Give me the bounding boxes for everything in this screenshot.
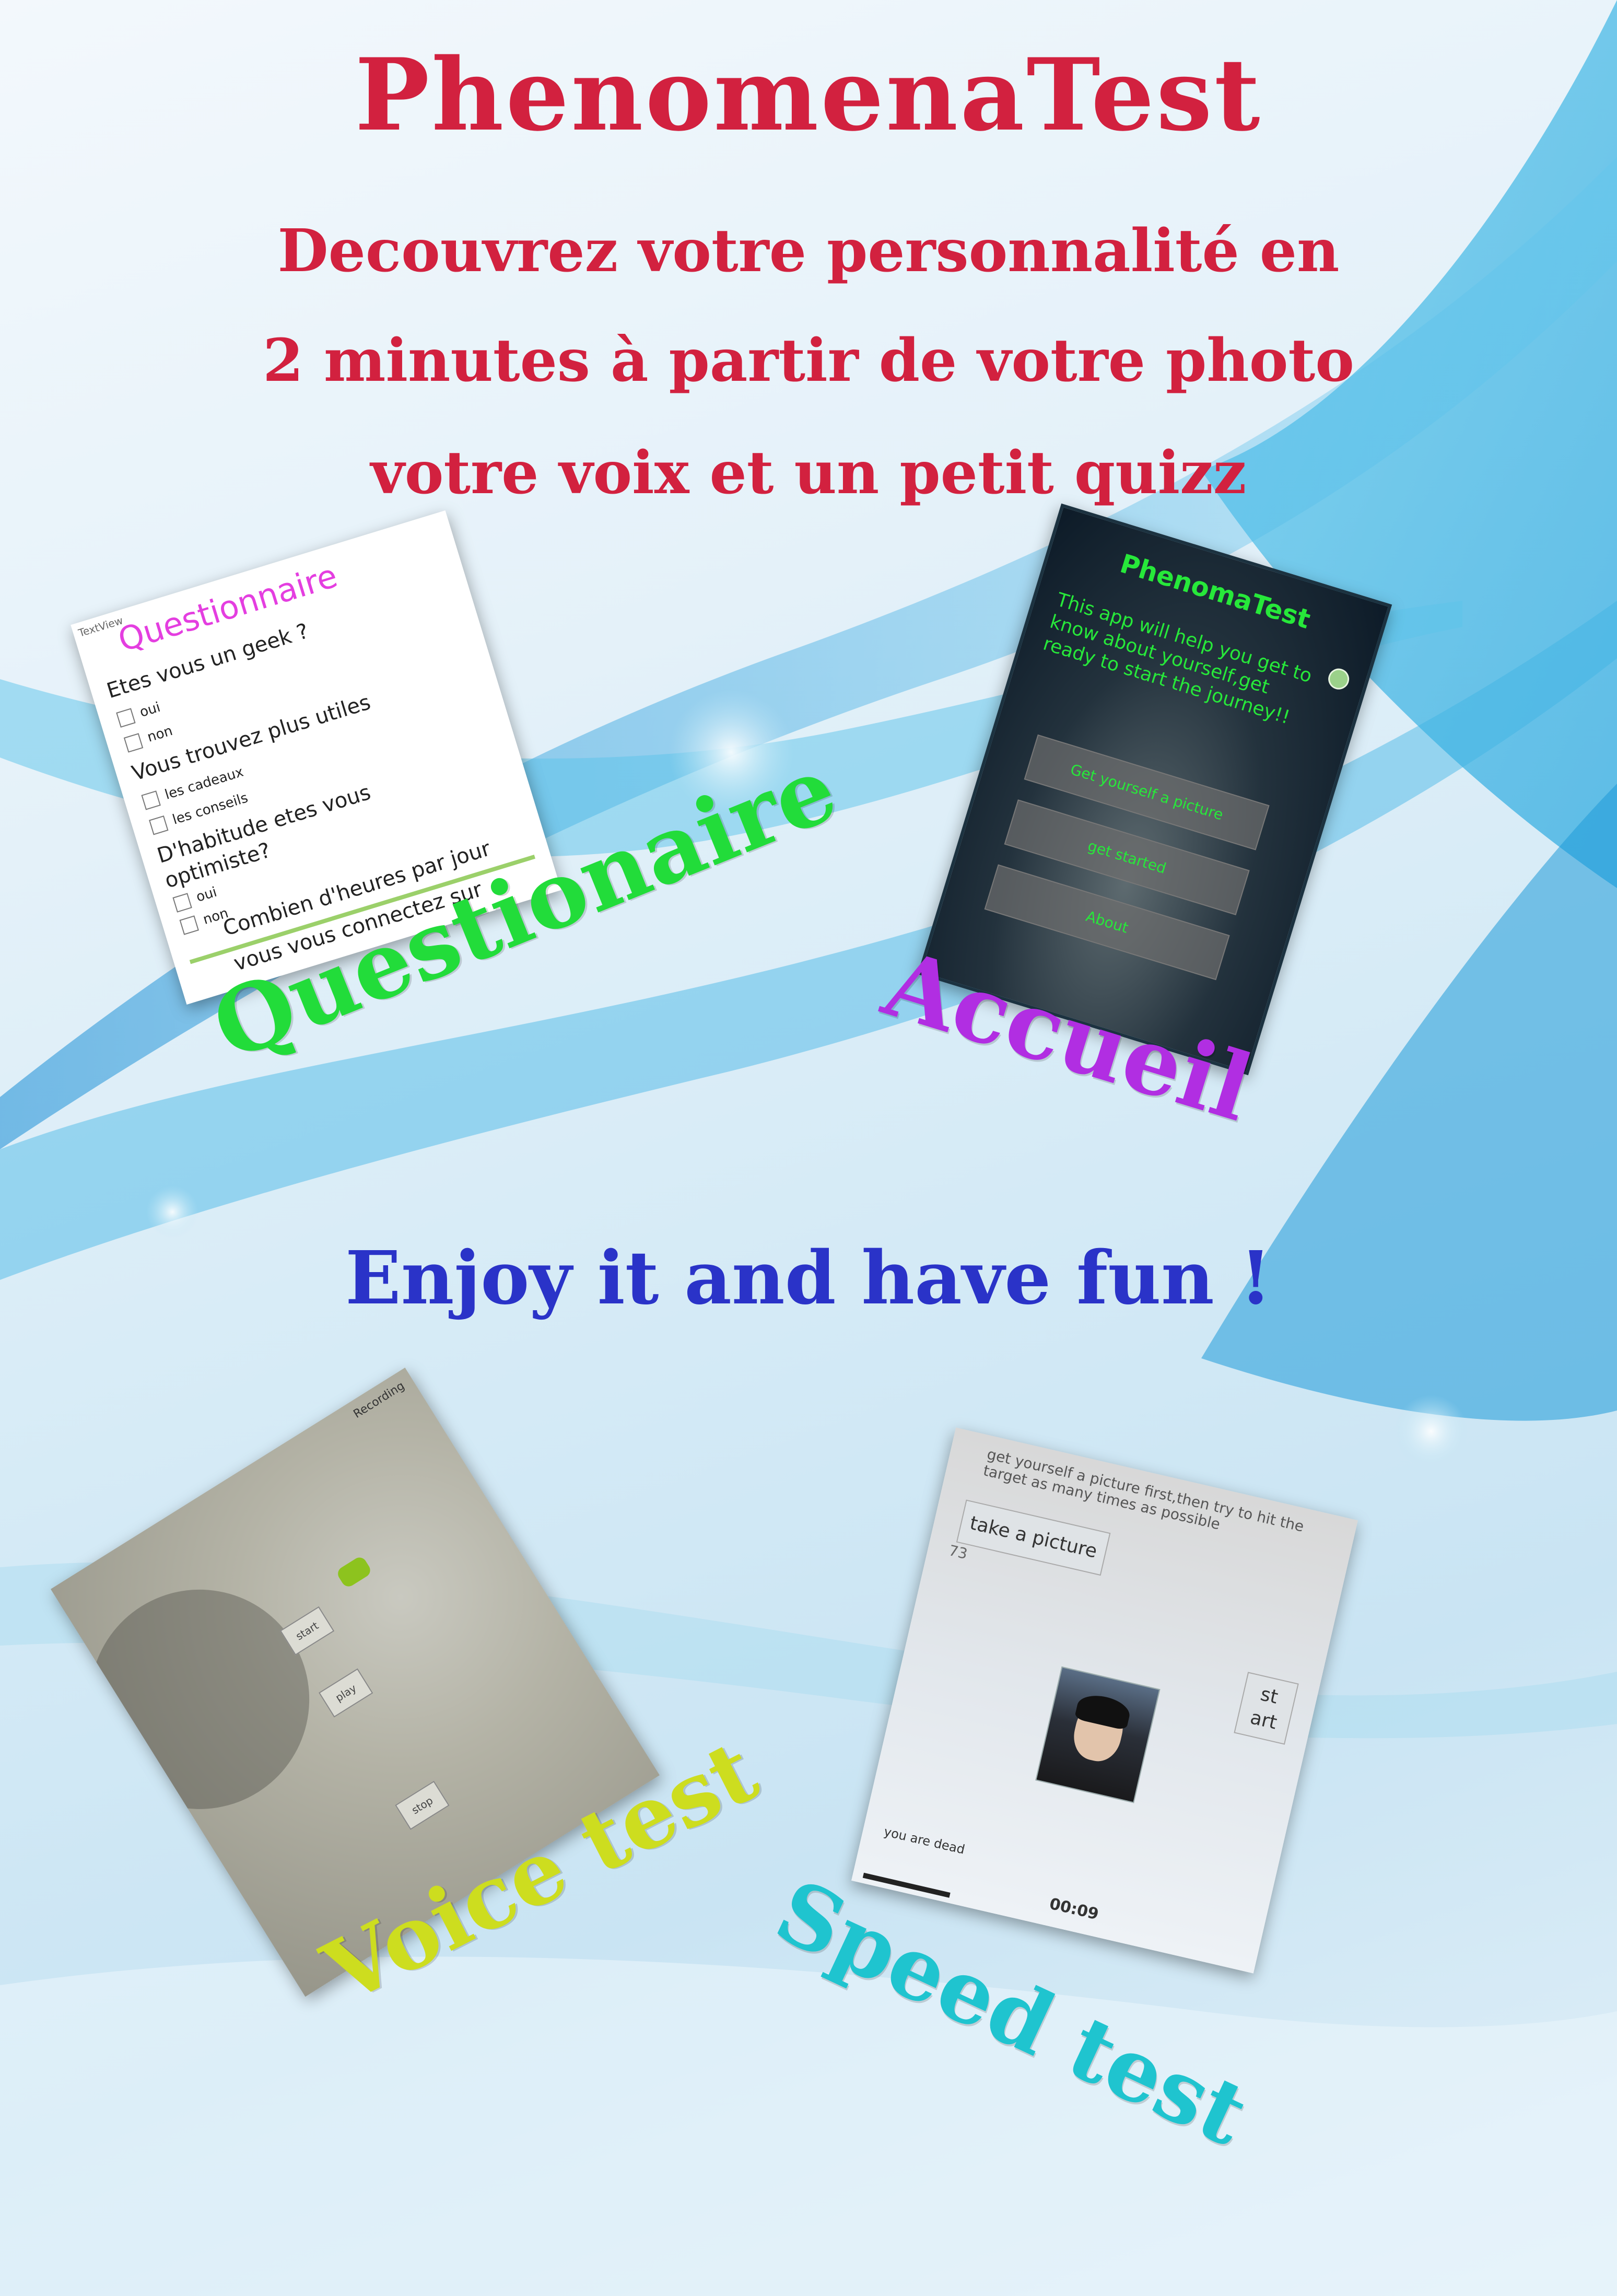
checkbox-icon — [116, 707, 136, 728]
poster-title: PhenomenaTest — [355, 37, 1262, 153]
timer: 00:09 — [1047, 1894, 1100, 1924]
game-status: you are dead — [882, 1824, 967, 1857]
target-photo — [1035, 1666, 1161, 1803]
play-button: play — [319, 1668, 373, 1718]
tagline: Enjoy it and have fun ! — [345, 1236, 1272, 1321]
subtitle-line-2: 2 minutes à partir de votre photo — [263, 327, 1354, 395]
hit-count: 73 — [947, 1542, 969, 1563]
checkbox-icon — [148, 815, 169, 835]
checkbox-icon — [172, 892, 192, 913]
subtitle-line-1: Decouvrez votre personnalité en — [277, 217, 1340, 285]
start-button: st art — [1234, 1672, 1299, 1745]
subtitle-line-3: votre voix et un petit quizz — [370, 439, 1247, 507]
stop-button: stop — [395, 1780, 450, 1830]
checkbox-icon — [141, 790, 161, 810]
checkbox-icon — [179, 915, 199, 935]
take-picture-button: take a picture — [956, 1499, 1111, 1576]
q1-option-non: non — [123, 723, 175, 753]
gear-icon — [1326, 666, 1352, 692]
q1-option-oui: oui — [116, 700, 162, 728]
checkbox-icon — [123, 732, 144, 753]
microphone-icon — [335, 1555, 373, 1589]
